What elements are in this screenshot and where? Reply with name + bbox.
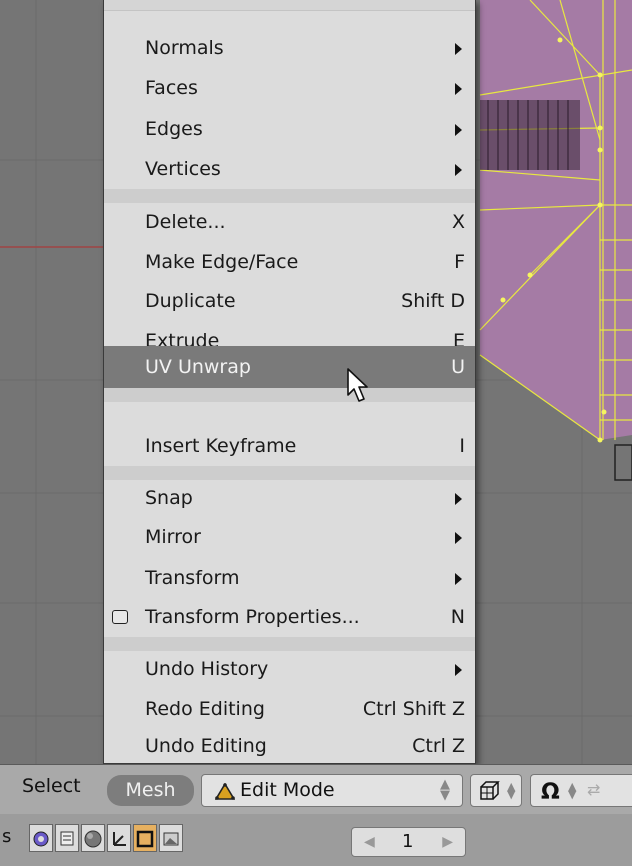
mouse-cursor-icon (347, 368, 368, 402)
script-icon (60, 831, 74, 846)
scene-context-icon[interactable] (159, 824, 183, 852)
menu-item-label: Normals (145, 37, 224, 59)
object-context-icon[interactable] (107, 824, 131, 852)
menu-item-label: Mirror (145, 526, 201, 548)
menu-item-label: Edges (145, 118, 203, 140)
menu-item-shortcut: F (454, 251, 465, 273)
menu-item-uv-unwrap[interactable]: UV Unwrap U (104, 346, 475, 388)
submenu-arrow-icon (455, 124, 462, 136)
menu-item-label: UV Unwrap (145, 356, 251, 378)
menu-item-make-edge-face[interactable]: Make Edge/Face F (104, 243, 475, 282)
menu-item-insert-keyframe[interactable]: Insert Keyframe I (104, 427, 475, 466)
mode-select-value: Edit Mode (240, 779, 335, 801)
edit-square-icon (136, 830, 154, 848)
menu-item-shortcut: N (450, 606, 465, 628)
menu-item-shortcut: Ctrl Z (412, 735, 465, 757)
submenu-arrow-icon (455, 493, 462, 505)
menu-item-transform[interactable]: Transform (104, 559, 475, 598)
script-context-icon[interactable] (55, 824, 79, 852)
menu-item-label: Make Edge/Face (145, 251, 299, 273)
menu-item-label: Delete... (145, 211, 226, 233)
clipped-label: s (2, 826, 12, 847)
menu-item-redo-editing[interactable]: Redo Editing Ctrl Shift Z (104, 690, 475, 729)
decrement-arrow-icon[interactable]: ◀ (364, 828, 375, 856)
menu-item-label: Transform Properties... (145, 606, 360, 628)
widget-toggle-icon: ⇄ (587, 780, 601, 799)
menu-item-shortcut: X (451, 211, 465, 233)
menu-item-faces[interactable]: Faces (104, 69, 475, 108)
updown-arrows-icon: ▲ ▼ (568, 780, 577, 801)
logic-icon (33, 831, 49, 847)
mesh-menu-button[interactable]: Mesh (107, 775, 194, 806)
submenu-arrow-icon (455, 664, 462, 676)
menu-separator (104, 388, 475, 402)
menu-separator (104, 189, 475, 203)
updown-arrows-icon: ▲ ▼ (440, 777, 450, 803)
menu-item-transform-properties[interactable]: Transform Properties... N (104, 598, 475, 637)
mode-select[interactable]: Edit Mode ▲ ▼ (201, 774, 463, 807)
menu-item-normals[interactable]: Normals (104, 29, 475, 68)
menu-item-label: Transform (145, 567, 240, 589)
menu-item-shortcut: Ctrl Shift Z (362, 698, 465, 720)
menu-item-delete[interactable]: Delete... X (104, 203, 475, 242)
menu-item-label: Undo History (145, 658, 269, 680)
submenu-arrow-icon (455, 43, 462, 55)
sphere-icon (84, 830, 102, 848)
axis-icon (113, 832, 126, 846)
svg-text:Ω: Ω (541, 780, 560, 803)
submenu-arrow-icon (455, 573, 462, 585)
logic-context-icon[interactable] (29, 824, 53, 852)
cube-wire-icon (480, 781, 500, 800)
submenu-arrow-icon (455, 164, 462, 176)
submenu-arrow-icon (455, 83, 462, 95)
menu-item-label: Vertices (145, 158, 221, 180)
menu-item-vertices[interactable]: Vertices (104, 150, 475, 189)
menu-item-shortcut: U (451, 356, 465, 378)
menu-item-shortcut: Shift D (401, 290, 465, 312)
select-menu-button[interactable]: Select (22, 775, 81, 797)
increment-arrow-icon[interactable]: ▶ (442, 828, 453, 856)
edit-mode-icon (215, 783, 235, 800)
menu-separator (104, 466, 475, 480)
menu-separator (104, 0, 475, 11)
menu-item-label: Undo Editing (145, 735, 267, 757)
menu-item-label: Redo Editing (145, 698, 265, 720)
submenu-arrow-icon (455, 532, 462, 544)
buttons-window-header: s ◀ 1 ▶ (0, 814, 632, 866)
menu-item-label: Duplicate (145, 290, 236, 312)
frame-number-value: 1 (402, 831, 414, 852)
checkbox-icon (112, 610, 128, 624)
pivot-omega-icon: Ω (541, 780, 560, 803)
mesh-specials-menu: Normals Faces Edges Vertices Delete... X… (103, 0, 476, 764)
draw-type-select[interactable]: ▲ ▼ (470, 774, 522, 807)
menu-item-edges[interactable]: Edges (104, 110, 475, 149)
menu-item-duplicate[interactable]: Duplicate Shift D (104, 282, 475, 321)
menu-item-mirror[interactable]: Mirror (104, 518, 475, 557)
menu-item-undo-editing[interactable]: Undo Editing Ctrl Z (104, 729, 475, 763)
view3d-header: Select Mesh Edit Mode ▲ ▼ ▲ ▼ Ω ▲ ▼ ⇄ (0, 764, 632, 814)
menu-item-undo-history[interactable]: Undo History (104, 650, 475, 689)
image-icon (163, 832, 179, 846)
menu-item-snap[interactable]: Snap (104, 479, 475, 518)
editing-context-icon[interactable] (133, 824, 157, 852)
menu-separator (104, 637, 475, 651)
menu-item-label: Insert Keyframe (145, 435, 297, 457)
pivot-select[interactable]: Ω ▲ ▼ ⇄ (530, 774, 632, 807)
updown-arrows-icon: ▲ ▼ (507, 780, 516, 801)
menu-item-shortcut: I (459, 435, 465, 457)
shading-context-icon[interactable] (81, 824, 105, 852)
frame-number-field[interactable]: ◀ 1 ▶ (351, 827, 466, 857)
menu-item-label: Snap (145, 487, 193, 509)
menu-item-label: Faces (145, 77, 198, 99)
